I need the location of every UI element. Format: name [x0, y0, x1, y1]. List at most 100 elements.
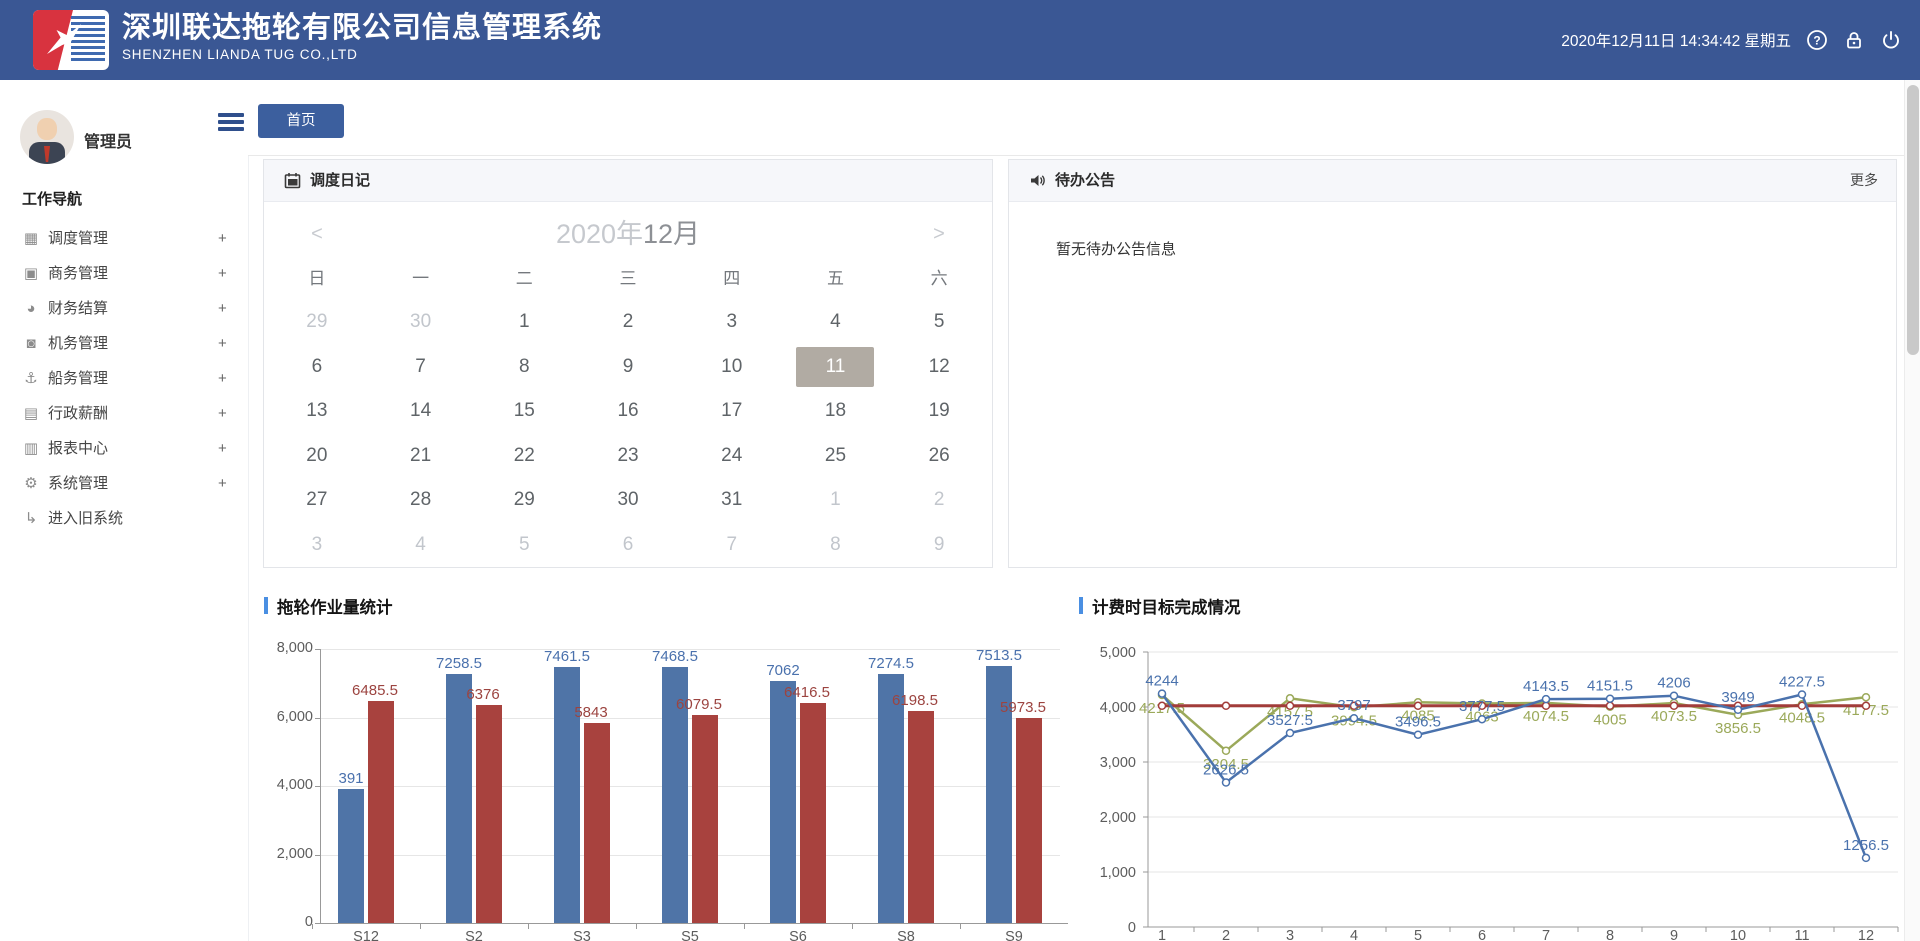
- calendar-day[interactable]: 9: [576, 345, 680, 390]
- calendar-week-row: 27282930 31 12: [265, 478, 991, 523]
- calendar-day[interactable]: 31: [680, 478, 784, 523]
- dispatch-diary-panel: 调度日记 < 2020年12月 > 日一二三四五六 29301234567891…: [263, 159, 993, 568]
- calendar-day[interactable]: 5: [472, 523, 576, 568]
- weekday-label: 六: [887, 264, 991, 289]
- calendar-day[interactable]: 3: [680, 300, 784, 345]
- calendar-day[interactable]: 12: [887, 345, 991, 390]
- calendar-day[interactable]: 17: [680, 389, 784, 434]
- y-axis-tick-label: 0: [1128, 920, 1136, 936]
- sidebar-item-finance[interactable]: ◕财务结算+: [0, 291, 248, 326]
- calendar-day-number: 29: [278, 302, 356, 342]
- calendar-day[interactable]: 29: [265, 300, 369, 345]
- calendar-year-label: 2020年: [556, 219, 643, 249]
- calendar-day[interactable]: 24: [680, 434, 784, 479]
- calendar-day[interactable]: 22: [472, 434, 576, 479]
- blue-series-value-label: 3777.5: [1459, 698, 1505, 715]
- blue-series-value-label: 4143.5: [1523, 678, 1569, 695]
- calendar-day[interactable]: 4: [784, 300, 888, 345]
- calendar-day-number: 31: [693, 480, 771, 520]
- line-chart-plot: 5,0004,0003,0002,0001,000012345678910111…: [1078, 588, 1900, 941]
- calendar-day[interactable]: 28: [369, 478, 473, 523]
- calendar-day[interactable]: 6: [265, 345, 369, 390]
- svg-text:?: ?: [1813, 34, 1820, 48]
- tug-workload-chart-section: 拖轮作业量统计 8,0006,0004,0002,00003917258.574…: [263, 588, 1065, 941]
- calendar-day[interactable]: 30: [576, 478, 680, 523]
- calendar-day[interactable]: 27: [265, 478, 369, 523]
- calendar-day-number: 7: [693, 525, 771, 565]
- vertical-scrollbar[interactable]: [1904, 80, 1920, 941]
- calendar-next-button[interactable]: >: [919, 216, 959, 252]
- calendar-day[interactable]: 2: [887, 478, 991, 523]
- calendar-day[interactable]: 13: [265, 389, 369, 434]
- sidebar-item-dispatch[interactable]: ▦调度管理+: [0, 221, 248, 256]
- calendar-day[interactable]: 9: [887, 523, 991, 568]
- calendar-day[interactable]: 20: [265, 434, 369, 479]
- calendar-week-row: 20 21 2223242526: [265, 434, 991, 479]
- y-axis-tick-label: 2,000: [1100, 810, 1136, 826]
- calendar-day[interactable]: 4: [369, 523, 473, 568]
- calendar-day[interactable]: 3: [265, 523, 369, 568]
- calendar-day[interactable]: 11: [784, 345, 888, 390]
- calendar-day[interactable]: 25: [784, 434, 888, 479]
- scrollbar-thumb[interactable]: [1907, 85, 1919, 355]
- calendar-day[interactable]: 23: [576, 434, 680, 479]
- announcements-title: 待办公告: [1055, 160, 1115, 201]
- calendar-day-number: 19: [900, 391, 978, 431]
- lock-icon[interactable]: [1843, 29, 1865, 51]
- sidebar-item-system[interactable]: ⚙系统管理+: [0, 466, 248, 501]
- gridline: [320, 855, 1060, 856]
- expand-plus-icon: +: [218, 361, 227, 396]
- calendar-day-number: 21: [382, 436, 460, 476]
- sidebar-item-ship[interactable]: ⚓船务管理+: [0, 361, 248, 396]
- y-axis-tick-label: 3,000: [1100, 755, 1136, 771]
- calendar-day[interactable]: 7: [680, 523, 784, 568]
- weekday-label: 一: [369, 264, 473, 289]
- calendar-day[interactable]: 8: [472, 345, 576, 390]
- menu-toggle-icon[interactable]: [218, 113, 244, 133]
- green-series-value-label: 4074.5: [1523, 708, 1569, 725]
- sidebar-item-report[interactable]: ▥报表中心+: [0, 431, 248, 466]
- sidebar-item-label: 报表中心: [48, 431, 108, 466]
- sidebar-item-payroll[interactable]: ▤行政薪酬+: [0, 396, 248, 431]
- more-link[interactable]: 更多: [1850, 160, 1878, 201]
- power-icon[interactable]: [1880, 29, 1902, 51]
- calendar-day-number: 2: [900, 480, 978, 520]
- calendar-day[interactable]: 10: [680, 345, 784, 390]
- blue-series-value-label: 3797: [1337, 697, 1370, 714]
- expand-plus-icon: +: [218, 326, 227, 361]
- calendar-day[interactable]: 30: [369, 300, 473, 345]
- calendar-day[interactable]: 1: [784, 478, 888, 523]
- blue-series-data-point: [1863, 854, 1870, 861]
- x-axis-tick-label: 5: [1414, 928, 1422, 941]
- green-series-data-point: [1287, 695, 1294, 702]
- calendar-day[interactable]: 6: [576, 523, 680, 568]
- calendar-day[interactable]: 19: [887, 389, 991, 434]
- calendar-day[interactable]: 29: [472, 478, 576, 523]
- red-series-value-label: 6079.5: [654, 696, 744, 713]
- blue-series-value-label: 3496.5: [1395, 714, 1441, 731]
- calendar-day[interactable]: 21: [369, 434, 473, 479]
- calendar-day[interactable]: 16: [576, 389, 680, 434]
- sidebar-item-equipment[interactable]: ◙机务管理+: [0, 326, 248, 361]
- x-axis-tick-label: 9: [1670, 928, 1678, 941]
- tab-home[interactable]: 首页: [258, 104, 344, 138]
- app-title: 深圳联达拖轮有限公司信息管理系统: [122, 11, 602, 45]
- calendar-day[interactable]: 8: [784, 523, 888, 568]
- sidebar-item-legacy[interactable]: ↳进入旧系统: [0, 501, 248, 536]
- help-icon[interactable]: ?: [1806, 29, 1828, 51]
- calendar-day[interactable]: 26: [887, 434, 991, 479]
- calendar-day[interactable]: 5: [887, 300, 991, 345]
- blue-series-data-point: [1159, 690, 1166, 697]
- calendar-day-number: 8: [485, 347, 563, 387]
- calendar-day[interactable]: 2: [576, 300, 680, 345]
- calendar-day[interactable]: 1: [472, 300, 576, 345]
- calendar-day[interactable]: 18: [784, 389, 888, 434]
- red-series-value-label: 5843: [546, 704, 636, 721]
- avatar[interactable]: [20, 110, 74, 164]
- calendar-day[interactable]: 14: [369, 389, 473, 434]
- blue-series-data-point: [1735, 706, 1742, 713]
- calendar-day[interactable]: 7: [369, 345, 473, 390]
- payroll-icon: ▤: [22, 396, 40, 431]
- sidebar-item-business[interactable]: ▣商务管理+: [0, 256, 248, 291]
- calendar-day[interactable]: 15: [472, 389, 576, 434]
